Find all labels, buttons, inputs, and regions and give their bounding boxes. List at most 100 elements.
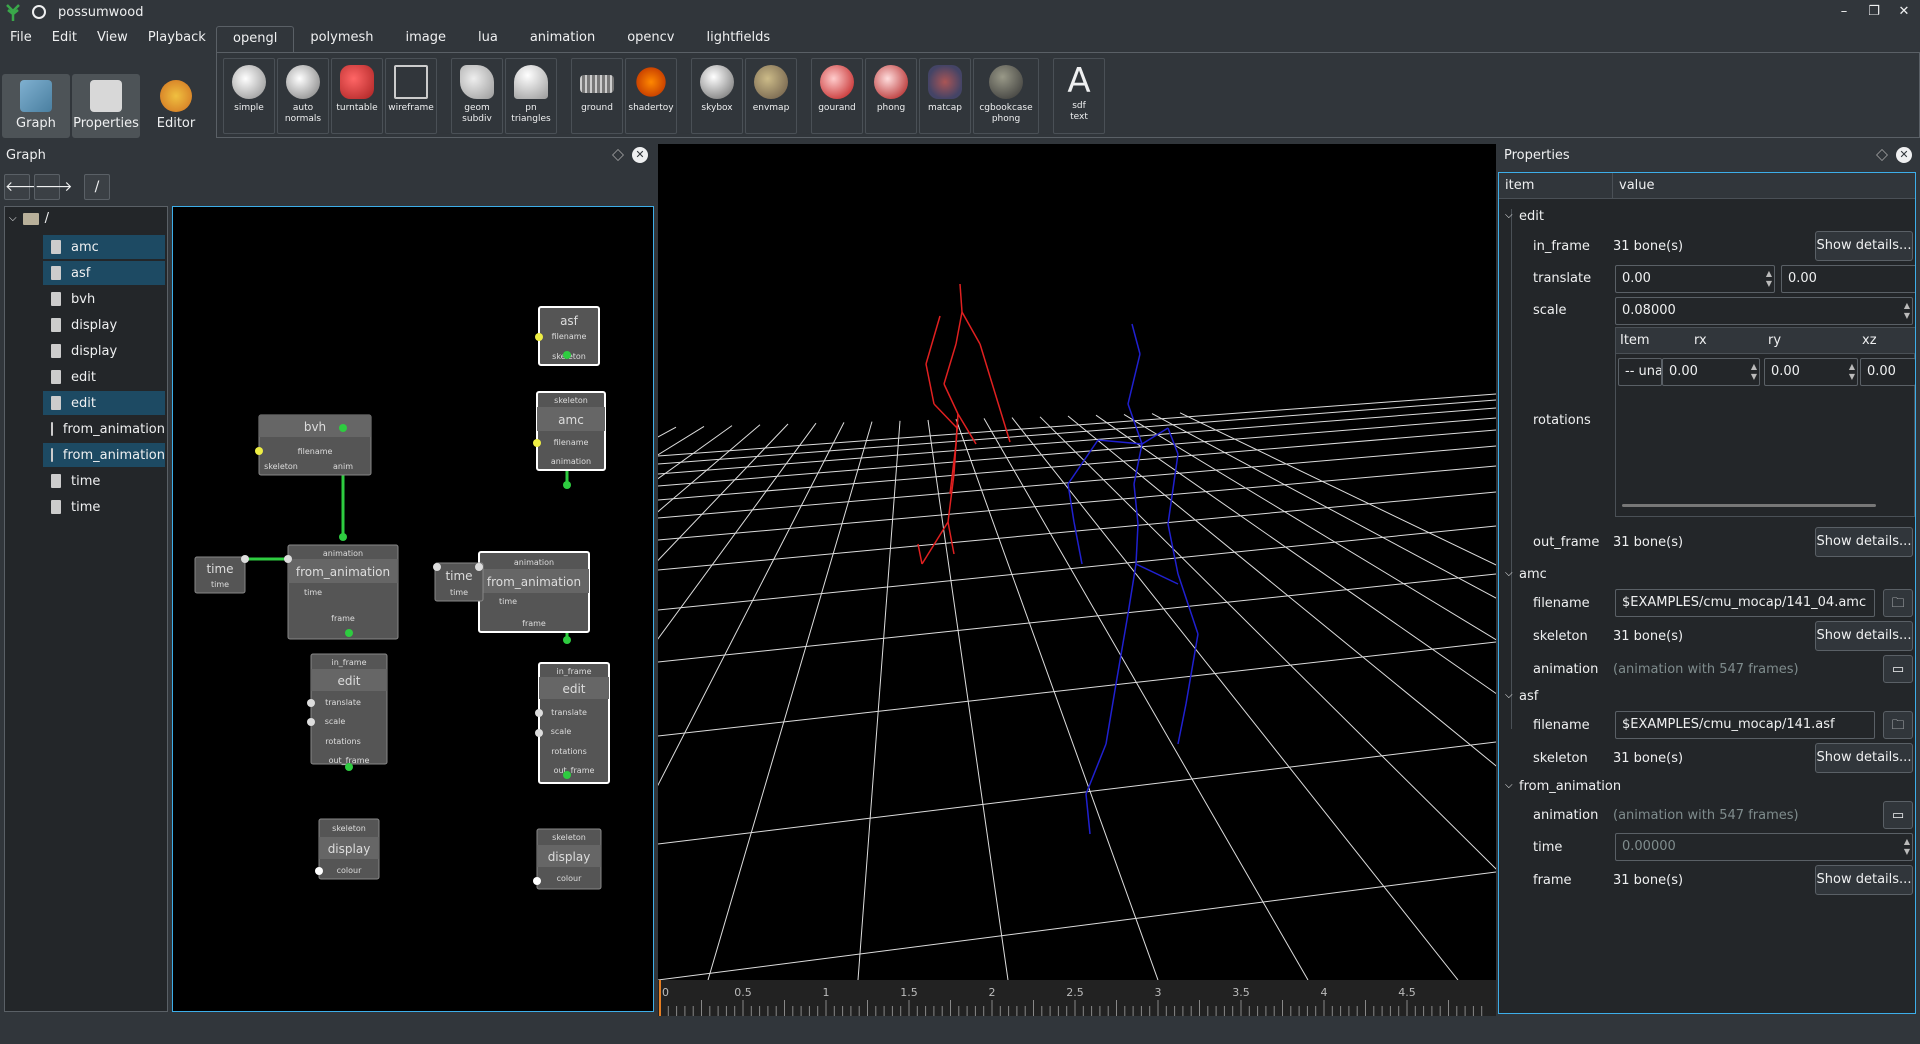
- port-dot: [563, 636, 571, 644]
- tool-turntable[interactable]: turntable: [331, 58, 383, 134]
- close-dock-button[interactable]: ✕: [632, 147, 648, 163]
- tree-item[interactable]: edit: [43, 365, 165, 389]
- menu-edit[interactable]: Edit: [42, 27, 87, 51]
- amc-filename-field[interactable]: $EXAMPLES/cmu_mocap/141_04.amc: [1615, 589, 1875, 617]
- tree-item[interactable]: asf: [43, 261, 165, 285]
- forward-button[interactable]: 🡒: [34, 174, 73, 200]
- show-details-button[interactable]: Show details...: [1815, 865, 1913, 895]
- asf-filename-field[interactable]: $EXAMPLES/cmu_mocap/141.asf: [1615, 711, 1875, 739]
- graph-mode-button[interactable]: Graph: [2, 74, 70, 138]
- tool-skybox[interactable]: skybox: [691, 58, 743, 134]
- menu-file[interactable]: File: [0, 27, 42, 51]
- tool-simple[interactable]: simple: [223, 58, 275, 134]
- port-dot: [533, 877, 541, 885]
- group-amc[interactable]: ⌵ amc: [1499, 563, 1915, 587]
- port-dot: [433, 563, 441, 571]
- rotation-item-select[interactable]: -- unass: [1618, 358, 1662, 386]
- group-edit[interactable]: ⌵ edit: [1499, 205, 1915, 229]
- rotation-ry-spinbox[interactable]: 0.00 ▲ ▼: [1764, 358, 1858, 386]
- chevron-down-icon[interactable]: ⌵: [1505, 690, 1513, 701]
- show-details-button[interactable]: Show details...: [1815, 527, 1913, 557]
- node-icon: [51, 396, 61, 410]
- horizontal-scrollbar[interactable]: [1622, 504, 1876, 507]
- tool-sdf-text[interactable]: Asdf text: [1053, 58, 1105, 134]
- tool-wireframe[interactable]: wireframe: [385, 58, 437, 134]
- translate-x-spinbox[interactable]: 0.00 ▲ ▼: [1615, 265, 1775, 293]
- node-graph-canvas[interactable]: bvh filename skeleton anim animation from_ani…: [172, 206, 654, 1012]
- translate-y-spinbox[interactable]: 0.00: [1781, 265, 1915, 293]
- tree-item[interactable]: display: [43, 313, 165, 337]
- viewport-svg[interactable]: [0, 144, 1920, 981]
- tab-polymesh[interactable]: polymesh: [294, 26, 389, 52]
- 3d-viewport[interactable]: [0, 144, 1920, 981]
- chevron-down-icon[interactable]: ⌵: [1505, 780, 1513, 791]
- prop-fa-frame: frame 31 bone(s) Show details...: [1499, 863, 1915, 897]
- tree-root[interactable]: ⌵ /: [9, 211, 49, 226]
- close-dock-button[interactable]: ✕: [1896, 147, 1912, 163]
- tab-lua[interactable]: lua: [462, 26, 514, 52]
- folder-open-icon[interactable]: 🗀: [1883, 711, 1913, 739]
- menu-playback[interactable]: Playback: [138, 27, 216, 51]
- car-icon: [340, 65, 374, 99]
- tab-opengl[interactable]: opengl: [216, 26, 295, 52]
- tool-shadertoy[interactable]: shadertoy: [625, 58, 677, 134]
- graph-svg[interactable]: bvhfilenameskeleton animanimationfrom_ani…: [173, 207, 653, 1011]
- maximize-button[interactable]: ❐: [1864, 2, 1884, 22]
- figure-icon: [928, 65, 962, 99]
- tree-item[interactable]: time: [43, 469, 165, 493]
- tool-envmap[interactable]: envmap: [745, 58, 797, 134]
- float-icon[interactable]: [612, 149, 624, 161]
- show-details-button[interactable]: Show details...: [1815, 231, 1913, 261]
- path-breadcrumb[interactable]: /: [84, 174, 110, 200]
- tree-item[interactable]: time: [43, 495, 165, 519]
- tool-ground[interactable]: ground: [571, 58, 623, 134]
- timeline-svg[interactable]: 0 0.5 1 1.5 2 2.5 3 3.5 4 4.5: [658, 980, 1496, 1016]
- group-from-animation[interactable]: ⌵ from_animation: [1499, 775, 1915, 799]
- tree-item[interactable]: from_animation: [43, 417, 165, 441]
- tab-opencv[interactable]: opencv: [611, 26, 690, 52]
- close-button[interactable]: ✕: [1894, 2, 1914, 22]
- chevron-down-icon[interactable]: ⌵: [1505, 568, 1513, 579]
- rotations-table[interactable]: Item rx ry xz -- unass 0.00▲▼ 0.00▲▼ 0.0…: [1615, 327, 1915, 517]
- minimize-button[interactable]: –: [1834, 2, 1854, 22]
- float-icon[interactable]: [1876, 149, 1888, 161]
- tree-item[interactable]: from_animation: [43, 443, 165, 467]
- menu-view[interactable]: View: [87, 27, 138, 51]
- tool-phong[interactable]: phong: [865, 58, 917, 134]
- timeline[interactable]: 0 0.5 1 1.5 2 2.5 3 3.5 4 4.5: [658, 980, 1496, 1016]
- tree-item[interactable]: display: [43, 339, 165, 363]
- rotation-rx-spinbox[interactable]: 0.00 ▲ ▼: [1662, 358, 1760, 386]
- folder-open-icon[interactable]: 🗀: [1883, 589, 1913, 617]
- scale-spinbox[interactable]: 0.08000 ▲ ▼: [1615, 297, 1913, 325]
- details-icon[interactable]: ▭: [1883, 655, 1913, 683]
- tree-item[interactable]: edit: [43, 391, 165, 415]
- tree-item[interactable]: amc: [43, 235, 165, 259]
- header-item[interactable]: item: [1499, 173, 1613, 199]
- tab-image[interactable]: image: [390, 26, 463, 52]
- chevron-down-icon[interactable]: ⌵: [1505, 210, 1513, 221]
- tree-item[interactable]: bvh: [43, 287, 165, 311]
- show-details-button[interactable]: Show details...: [1815, 743, 1913, 773]
- pin-icon[interactable]: [32, 5, 46, 19]
- skeleton-red-bone: [957, 413, 977, 445]
- tool-matcap[interactable]: matcap: [919, 58, 971, 134]
- tool-geom-subdiv[interactable]: geom subdiv: [451, 58, 503, 134]
- properties-mode-button[interactable]: Properties: [72, 74, 140, 138]
- show-details-button[interactable]: Show details...: [1815, 621, 1913, 651]
- back-button[interactable]: 🡐: [4, 174, 43, 200]
- tab-lightfields[interactable]: lightfields: [690, 26, 786, 52]
- header-value[interactable]: value: [1613, 173, 1915, 199]
- details-icon[interactable]: ▭: [1883, 801, 1913, 829]
- tab-animation[interactable]: animation: [514, 26, 611, 52]
- editor-mode-button[interactable]: Editor: [142, 74, 210, 138]
- tool-cgbookcase-phong[interactable]: cgbookcase phong: [973, 58, 1039, 134]
- plane-icon: [580, 75, 614, 93]
- time-spinbox[interactable]: 0.00000 ▲ ▼: [1615, 833, 1913, 861]
- skeleton-blue-bone: [1073, 521, 1083, 565]
- rotation-xz-spinbox[interactable]: 0.00: [1860, 358, 1915, 386]
- tool-gourand[interactable]: gourand: [811, 58, 863, 134]
- group-asf[interactable]: ⌵ asf: [1499, 685, 1915, 709]
- tool-auto-normals[interactable]: auto normals: [277, 58, 329, 134]
- chevron-down-icon[interactable]: ⌵: [9, 213, 17, 224]
- tool-pn-triangles[interactable]: pn triangles: [505, 58, 557, 134]
